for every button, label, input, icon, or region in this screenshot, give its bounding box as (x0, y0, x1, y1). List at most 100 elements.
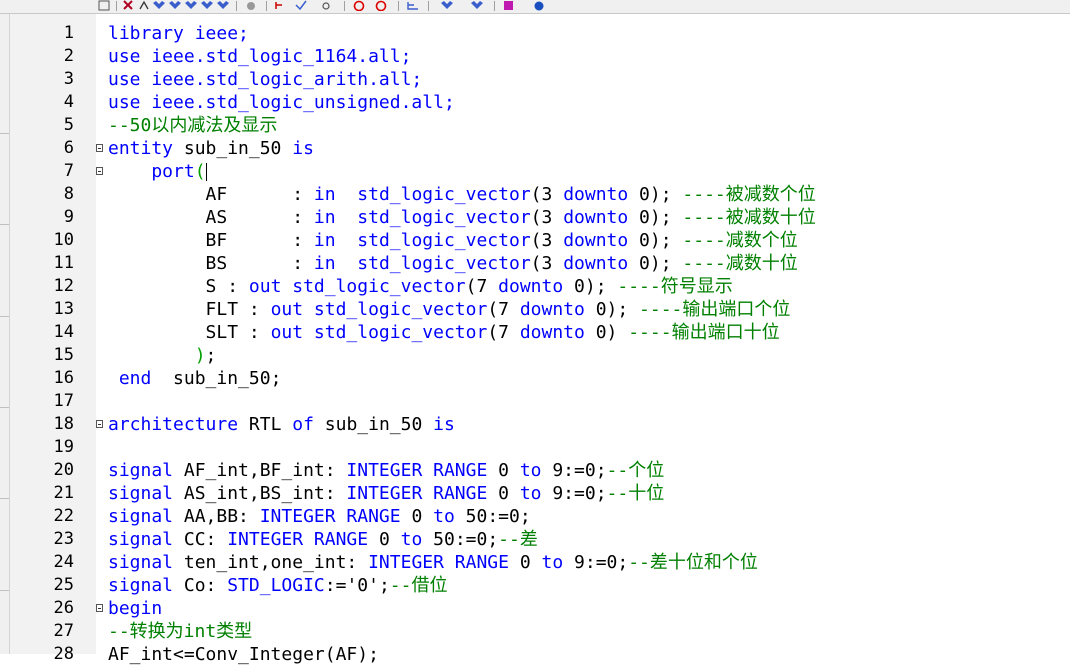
code-token: 50:=0; (465, 506, 531, 527)
line-number: 7 (63, 161, 74, 181)
line-number: 19 (53, 437, 74, 457)
code-token: 0); (584, 299, 640, 320)
line-number: 1 (63, 23, 74, 43)
code-token: BF : (108, 230, 314, 251)
code-line[interactable]: 25 signal Co: STD_LOGIC:='0';--借位 (0, 574, 1070, 597)
code-line[interactable]: 2 use ieee.std_logic_1164.all; (0, 45, 1070, 68)
code-line[interactable]: 17 (0, 390, 1070, 413)
code-line[interactable]: 14 SLT : out std_logic_vector(7 downto 0… (0, 321, 1070, 344)
code-token: entity (108, 138, 184, 159)
fold-toggle-icon[interactable] (96, 144, 103, 152)
line-number: 18 (53, 414, 74, 434)
code-line[interactable]: 26 begin (0, 597, 1070, 620)
code-token: AA,BB: (183, 506, 260, 527)
code-token: std_logic_vector (303, 299, 488, 320)
code-line[interactable]: 9 AS : in std_logic_vector(3 downto 0); … (0, 206, 1070, 229)
code-token: in (313, 230, 336, 251)
code-line[interactable]: 24 signal ten_int,one_int: INTEGER RANGE … (0, 551, 1070, 574)
code-line[interactable]: 5 --50以内减法及显示 (0, 114, 1070, 137)
text-cursor (205, 163, 207, 181)
code-line[interactable]: 11 BS : in std_logic_vector(3 downto 0);… (0, 252, 1070, 275)
bookmark-toggle-icon[interactable] (152, 0, 166, 11)
bookmark-next-icon[interactable] (168, 0, 182, 11)
indent-icon[interactable] (274, 0, 288, 11)
code-token: signal (108, 552, 184, 573)
code-line[interactable]: 27 --转换为int类型 (0, 620, 1070, 643)
code-token: ten_int,one_int: (183, 552, 369, 573)
code-token: (3 (530, 184, 564, 205)
code-token: Co: (183, 575, 228, 596)
code-line[interactable]: 22 signal AA,BB: INTEGER RANGE 0 to 50:=0… (0, 505, 1070, 528)
bookmark-prev-icon[interactable] (184, 0, 198, 11)
format-icon[interactable] (98, 0, 112, 11)
code-line[interactable]: 3 use ieee.std_logic_arith.all; (0, 68, 1070, 91)
code-text: begin (108, 597, 162, 620)
code-token: downto (563, 207, 629, 228)
code-token: (7 (487, 322, 520, 343)
code-token: 0); (628, 253, 683, 274)
code-line[interactable]: 4 use ieee.std_logic_unsigned.all; (0, 91, 1070, 114)
code-token: --十位 (606, 483, 665, 504)
link-icon[interactable] (320, 0, 334, 11)
code-token: (3 (530, 253, 564, 274)
code-token: of (292, 414, 325, 435)
code-token: out (248, 276, 282, 297)
code-token: ( (194, 161, 206, 182)
bookmark-list-icon[interactable] (216, 0, 230, 11)
code-token: out (270, 322, 304, 343)
code-token: 0); (628, 184, 683, 205)
unfold-all-icon[interactable] (470, 0, 484, 11)
code-token: begin (108, 598, 163, 619)
code-token: 0); (628, 207, 683, 228)
tree-icon[interactable] (406, 0, 420, 11)
line-number: 14 (53, 322, 74, 342)
code-line[interactable]: 15 ); (0, 344, 1070, 367)
code-line[interactable]: 20 signal AF_int,BF_int: INTEGER RANGE 0 … (0, 459, 1070, 482)
bookmark-clear-icon[interactable] (200, 0, 214, 11)
code-token: (7 (465, 276, 499, 297)
cut-icon[interactable] (122, 0, 136, 11)
code-text: FLT : out std_logic_vector(7 downto 0); … (108, 298, 791, 321)
code-line[interactable]: 10 BF : in std_logic_vector(3 downto 0);… (0, 229, 1070, 252)
code-token: RTL (248, 414, 293, 435)
fold-all-icon[interactable] (440, 0, 454, 11)
highlight-icon[interactable] (502, 0, 516, 11)
code-text: use ieee.std_logic_unsigned.all; (108, 91, 455, 114)
help-icon[interactable] (532, 0, 546, 11)
code-token: 0) (584, 322, 629, 343)
toolbar-separator (266, 1, 267, 11)
code-token: 0 (411, 506, 434, 527)
code-text: library ieee; (108, 22, 249, 45)
code-token: std_logic_vector (335, 184, 531, 205)
code-line[interactable]: 21 signal AS_int,BS_int: INTEGER RANGE 0 … (0, 482, 1070, 505)
code-line[interactable]: 23 signal CC: INTEGER RANGE 0 to 50:=0;--… (0, 528, 1070, 551)
tool-icon[interactable] (137, 0, 151, 11)
code-text: signal AA,BB: INTEGER RANGE 0 to 50:=0; (108, 505, 531, 528)
code-token: --50以内减法及显示 (108, 115, 278, 136)
code-line[interactable]: 16 end sub_in_50; (0, 367, 1070, 390)
code-line[interactable]: 7 port( (0, 160, 1070, 183)
stop-all-icon[interactable] (374, 0, 388, 11)
code-token: 50:=0; (433, 529, 499, 550)
code-line[interactable]: 6 entity sub_in_50 is (0, 137, 1070, 160)
code-text: architecture RTL of sub_in_50 is (108, 413, 455, 436)
fold-toggle-icon[interactable] (96, 604, 103, 612)
hand-icon[interactable] (244, 0, 258, 11)
code-token: to (519, 483, 553, 504)
code-text: signal Co: STD_LOGIC:='0';--借位 (108, 574, 447, 597)
code-line[interactable]: 8 AF : in std_logic_vector(3 downto 0); … (0, 183, 1070, 206)
code-token: 0 (498, 483, 520, 504)
code-line[interactable]: 19 (0, 436, 1070, 459)
code-line[interactable]: 1 library ieee; (0, 22, 1070, 45)
line-number: 27 (53, 621, 74, 641)
line-number: 23 (53, 529, 74, 549)
stop-icon[interactable] (352, 0, 366, 11)
code-line[interactable]: 13 FLT : out std_logic_vector(7 downto 0… (0, 298, 1070, 321)
fold-toggle-icon[interactable] (96, 167, 103, 175)
check-icon[interactable] (294, 0, 308, 11)
code-token: S : (108, 276, 249, 297)
code-line[interactable]: 28 AF_int<=Conv_Integer(AF); (0, 643, 1070, 666)
fold-toggle-icon[interactable] (96, 420, 103, 428)
code-line[interactable]: 18 architecture RTL of sub_in_50 is (0, 413, 1070, 436)
code-line[interactable]: 12 S : out std_logic_vector(7 downto 0);… (0, 275, 1070, 298)
